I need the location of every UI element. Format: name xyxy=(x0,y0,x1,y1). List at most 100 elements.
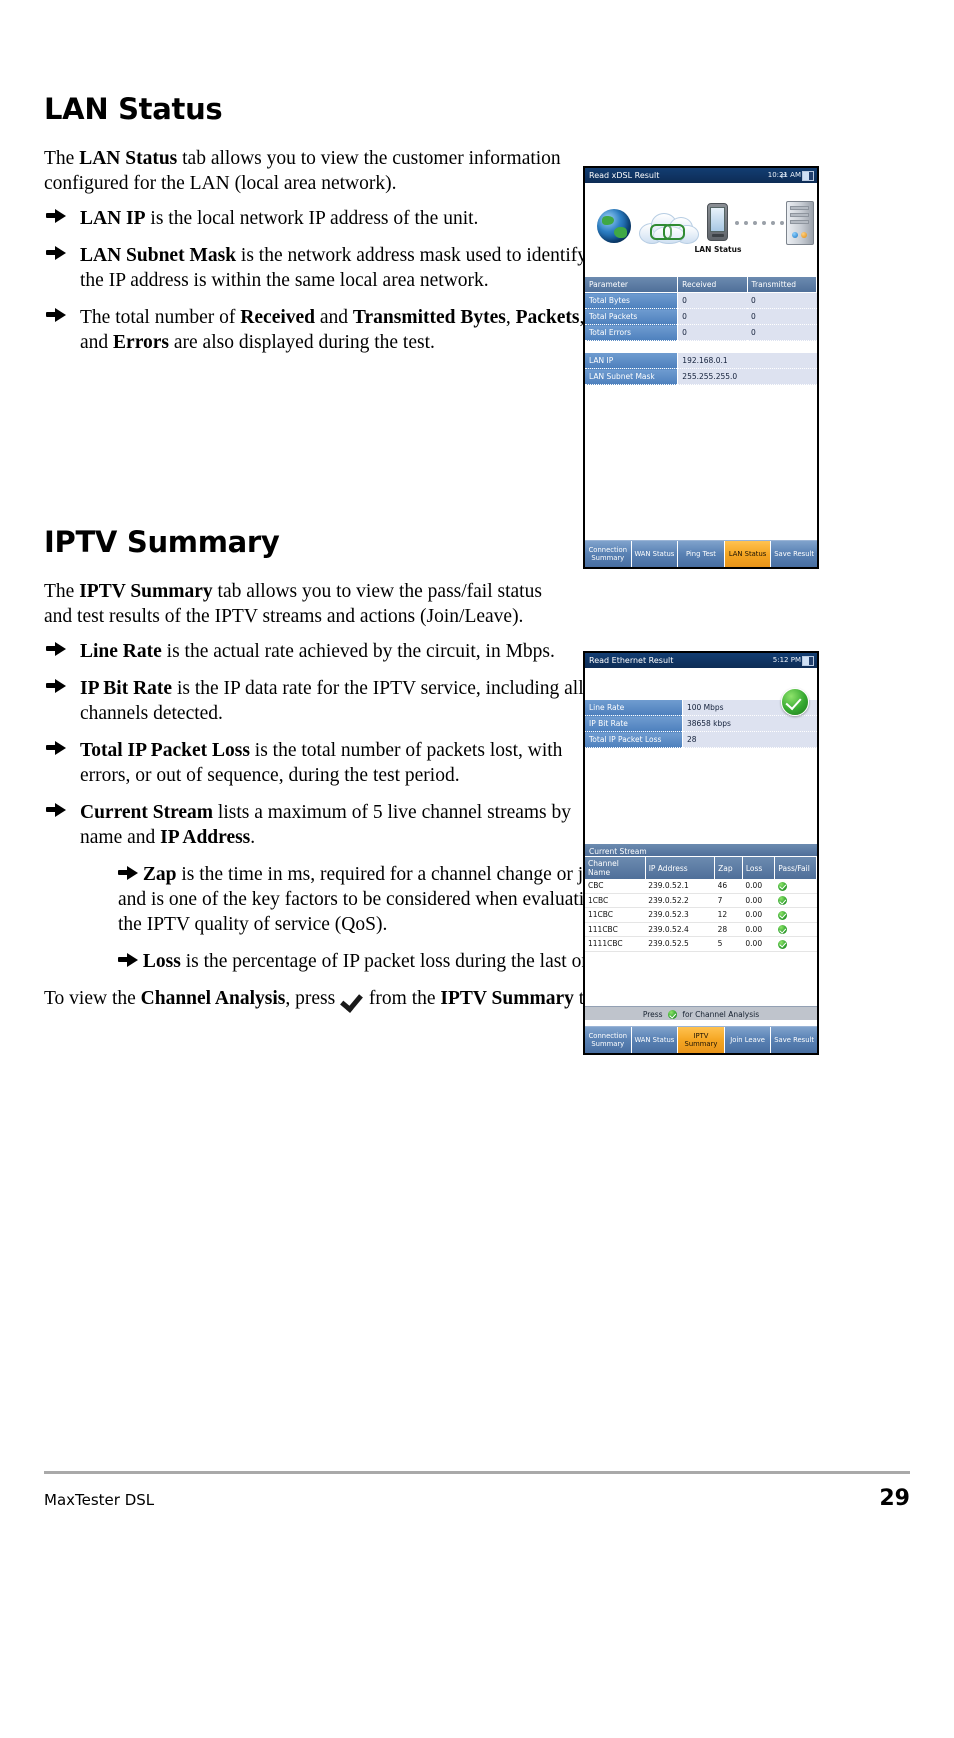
col-pass-fail: Pass/Fail xyxy=(774,857,817,879)
closing-e: IPTV Summary xyxy=(440,988,574,1009)
table-gap xyxy=(585,341,817,353)
lan-info-table: LAN IP 192.168.0.1 LAN Subnet Mask 255.2… xyxy=(585,353,817,385)
col-received: Received xyxy=(677,277,748,293)
col-zap: Zap xyxy=(714,857,743,879)
cell-pass-fail xyxy=(774,893,817,908)
lan-bullet-ip-rest: is the local network IP address of the u… xyxy=(145,208,479,229)
footer-document-name: MaxTester DSL xyxy=(44,1491,155,1509)
cell-zap: 28 xyxy=(714,922,743,937)
table-row: 1111CBC 239.0.52.5 5 0.00 xyxy=(585,936,817,952)
iptv-sub-bullet-zap: Zap is the time in ms, required for a ch… xyxy=(82,862,618,937)
status-area xyxy=(585,668,817,716)
battery-icon xyxy=(802,656,814,666)
cell-zap: 5 xyxy=(714,936,743,952)
empty-area-lower xyxy=(585,951,817,1006)
lan-totals-b2: Transmitted Bytes xyxy=(352,307,506,328)
checkmark-icon xyxy=(340,991,364,1007)
bullet-arrow-icon xyxy=(46,679,68,697)
table-row: CBC 239.0.52.1 46 0.00 xyxy=(585,879,817,894)
pass-status-icon xyxy=(781,688,809,716)
iptv-line-rate-lead: Line Rate xyxy=(80,641,162,662)
document-page: LAN Status The LAN Status tab allows you… xyxy=(0,0,954,1738)
iptv-intro-bold: IPTV Summary xyxy=(79,581,213,602)
row-label-line-rate: Line Rate xyxy=(585,700,683,716)
lan-totals-p3: , xyxy=(505,307,516,328)
cell-pass-fail xyxy=(774,907,817,923)
tab-save-result[interactable]: Save Result xyxy=(771,541,817,567)
pass-check-icon xyxy=(777,939,787,949)
table-header-row: Channel Name IP Address Zap Loss Pass/Fa… xyxy=(585,857,817,879)
iptv-bullet-packet-loss: Total IP Packet Loss is the total number… xyxy=(44,738,608,788)
bullet-arrow-icon xyxy=(46,308,68,326)
cell-pass-fail xyxy=(774,922,817,937)
col-transmitted: Transmitted xyxy=(747,277,817,293)
tab-connection-summary[interactable]: Connection Summary xyxy=(585,1027,632,1053)
cell-loss: 0.00 xyxy=(742,879,775,894)
device-body: LAN Status Parameter Received Transmitte… xyxy=(585,183,817,567)
row-transmitted: 0 xyxy=(747,324,817,341)
cell-pass-fail xyxy=(774,879,817,894)
current-stream-table: Channel Name IP Address Zap Loss Pass/Fa… xyxy=(585,857,817,952)
cell-ip-address: 239.0.52.4 xyxy=(645,922,715,937)
cell-loss: 0.00 xyxy=(742,922,775,937)
iptv-bullet-ip-bit-rate: IP Bit Rate is the IP data rate for the … xyxy=(44,676,608,726)
tab-wan-status[interactable]: WAN Status xyxy=(631,541,679,567)
network-topology-diagram: LAN Status xyxy=(585,183,817,277)
device-clock: 5:12 PM xyxy=(772,656,801,664)
empty-area xyxy=(585,748,817,844)
lan-intro-a: The xyxy=(44,148,80,169)
tab-iptv-summary[interactable]: IPTV Summary xyxy=(678,1027,725,1053)
lan-bullet-subnet-lead: LAN Subnet Mask xyxy=(80,245,237,266)
lan-totals-b4: Errors xyxy=(113,332,169,353)
device-title-bar: Read Ethernet Result 5:12 PM xyxy=(585,653,817,668)
bullet-arrow-icon xyxy=(46,642,68,660)
cell-ip-address: 239.0.52.1 xyxy=(645,879,715,894)
iptv-intro-a: The xyxy=(44,581,80,602)
battery-icon xyxy=(802,171,814,181)
lan-totals-b3: Packets xyxy=(515,307,580,328)
cell-zap: 46 xyxy=(714,879,743,894)
col-ip-address: IP Address xyxy=(645,857,716,879)
tab-lan-status[interactable]: LAN Status xyxy=(724,541,772,567)
row-transmitted: 0 xyxy=(747,292,817,309)
checkmark-icon xyxy=(667,1010,677,1019)
pass-check-icon xyxy=(777,910,787,920)
row-value-packet-loss: 28 xyxy=(682,731,817,748)
device-tab-bar: Connection Summary WAN Status Ping Test … xyxy=(585,540,817,567)
device-title-text: Read Ethernet Result xyxy=(589,656,674,665)
cell-pass-fail xyxy=(774,936,817,952)
device-title-text: Read xDSL Result xyxy=(589,171,660,180)
tab-ping-test[interactable]: Ping Test xyxy=(678,541,725,567)
tab-save-result[interactable]: Save Result xyxy=(771,1027,817,1053)
table-row: LAN IP 192.168.0.1 xyxy=(585,353,817,369)
iptv-ip-bit-rate-lead: IP Bit Rate xyxy=(80,678,173,699)
row-value-lan-ip: 192.168.0.1 xyxy=(677,353,817,369)
iptv-current-stream-bold2: IP Address xyxy=(160,827,251,848)
iptv-loss-lead: Loss xyxy=(142,951,181,972)
row-label-ip-bit-rate: IP Bit Rate xyxy=(585,715,683,732)
tab-connection-summary[interactable]: Connection Summary xyxy=(585,541,632,567)
pass-check-icon xyxy=(777,881,787,891)
row-received: 0 xyxy=(677,292,748,309)
tab-join-leave[interactable]: Join Leave xyxy=(724,1027,772,1053)
bullet-arrow-icon xyxy=(118,864,138,885)
tester-device-icon xyxy=(707,203,728,241)
cloud-icon xyxy=(639,211,699,244)
table-row: 1CBC 239.0.52.2 7 0.00 xyxy=(585,893,817,908)
table-row: Total Packets 0 0 xyxy=(585,308,817,325)
device-body: Line Rate 100 Mbps IP Bit Rate 38658 kbp… xyxy=(585,668,817,1053)
link-chain-icon xyxy=(650,224,688,240)
row-label-packet-loss: Total IP Packet Loss xyxy=(585,731,683,748)
row-received: 0 xyxy=(677,324,748,341)
lan-bullet-subnet: LAN Subnet Mask is the network address m… xyxy=(44,243,608,293)
cell-ip-address: 239.0.52.2 xyxy=(645,893,715,908)
iptv-bullet-current-stream: Current Stream lists a maximum of 5 live… xyxy=(44,800,608,850)
table-row: 11CBC 239.0.52.3 12 0.00 xyxy=(585,907,817,923)
bullet-arrow-icon xyxy=(46,741,68,759)
device-clock: 10:21 AM xyxy=(767,171,801,179)
lan-bullet-ip: LAN IP is the local network IP address o… xyxy=(44,206,608,231)
tab-wan-status[interactable]: WAN Status xyxy=(631,1027,679,1053)
device-screenshot-lan-status: Read xDSL Result ⇄ 10:21 AM LAN Status P… xyxy=(583,166,819,569)
press-instruction-bar: Press for Channel Analysis xyxy=(585,1005,817,1020)
table-row: Total Bytes 0 0 xyxy=(585,292,817,309)
